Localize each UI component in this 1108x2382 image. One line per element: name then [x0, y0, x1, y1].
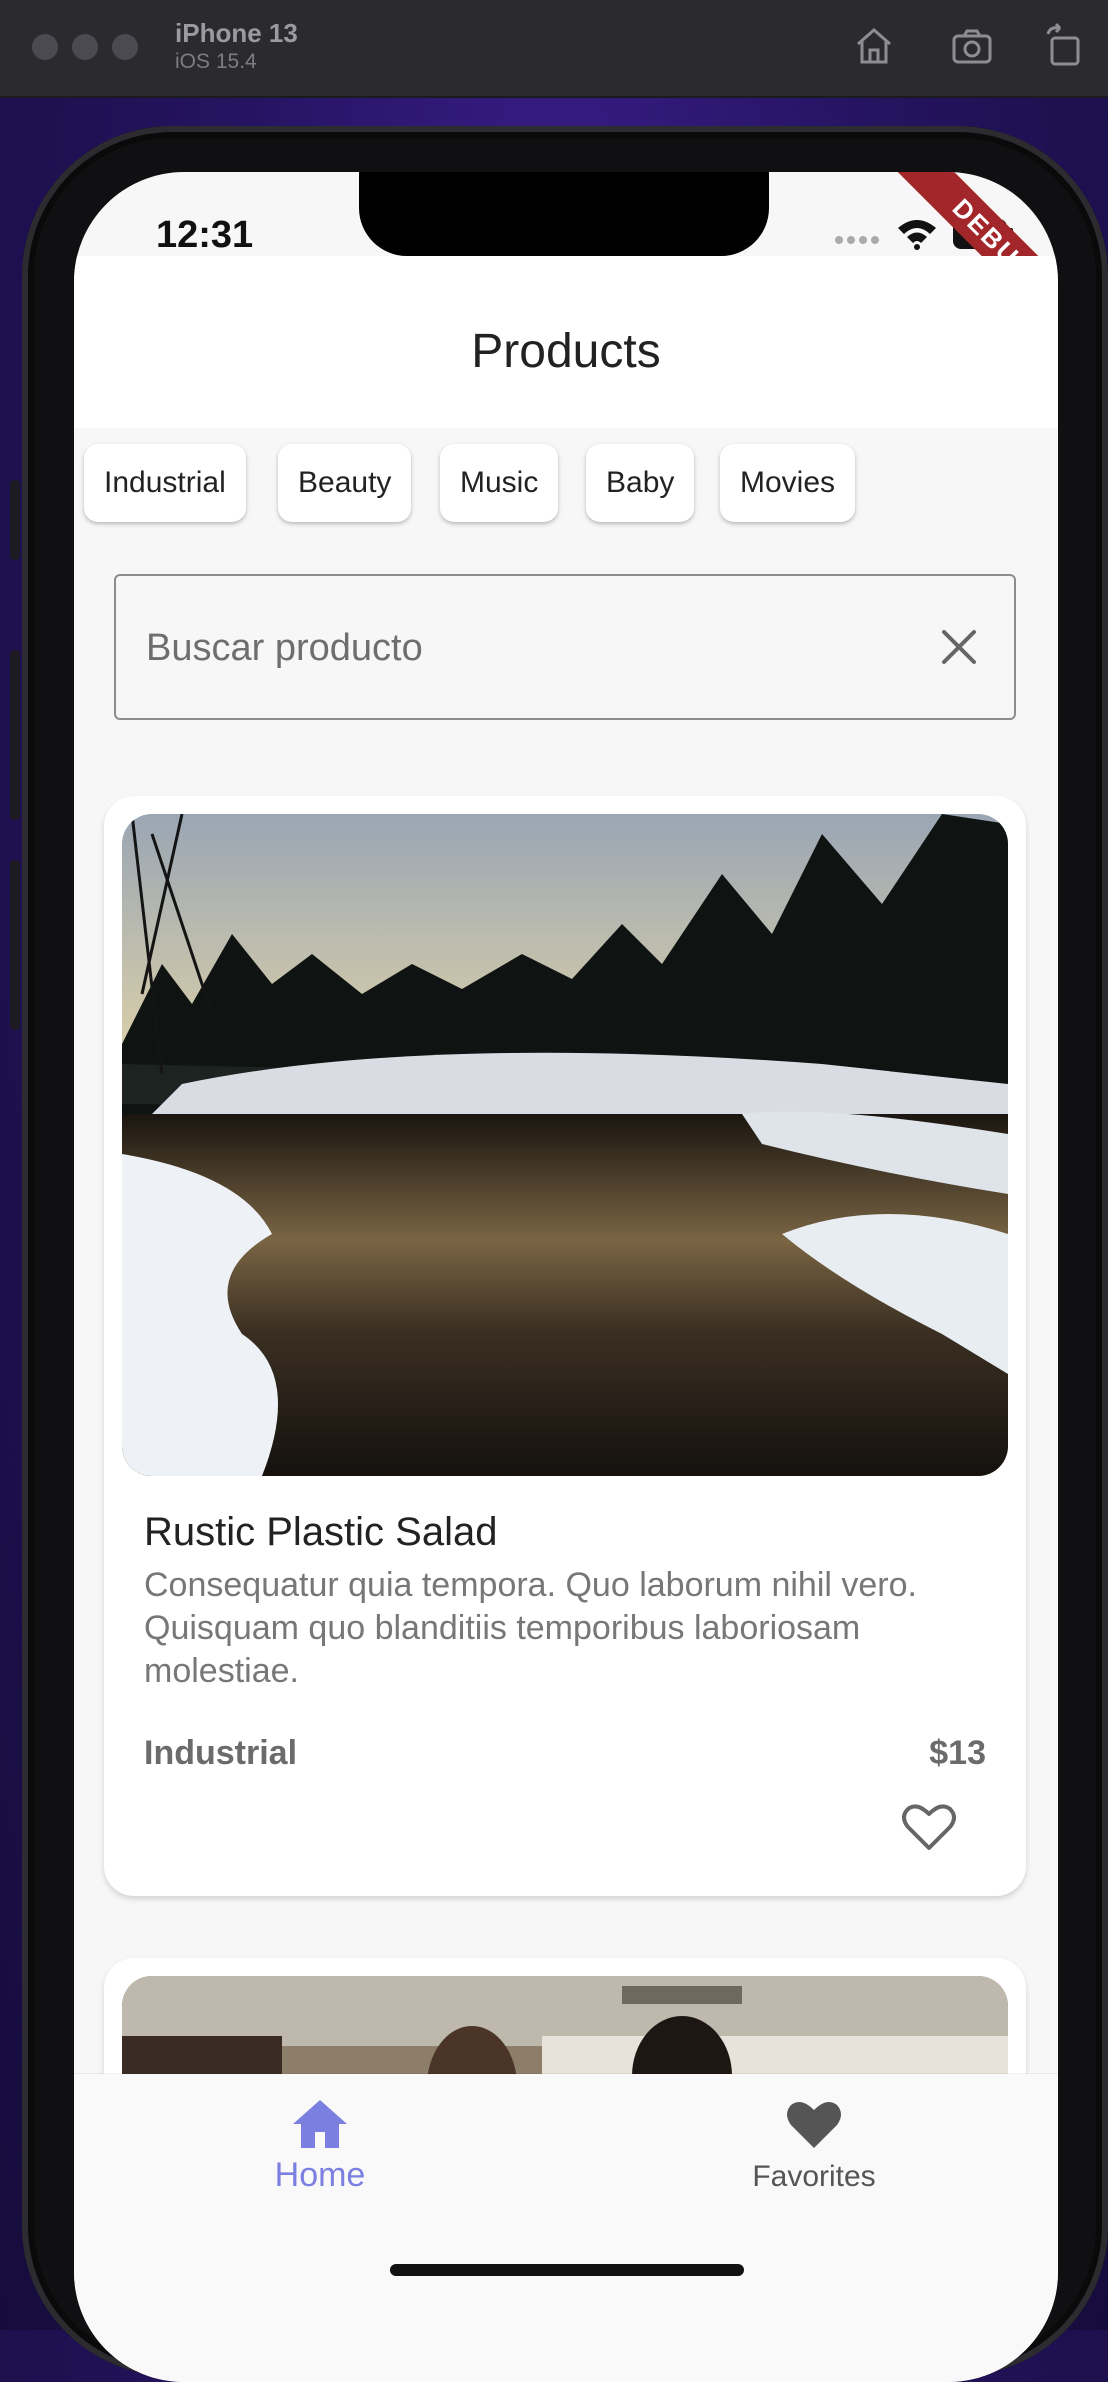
product-description: Consequatur quia tempora. Quo laborum ni…: [144, 1566, 917, 1690]
app-bar: Products: [74, 256, 1058, 428]
bottom-navigation: Home Favorites: [74, 2074, 1058, 2382]
nav-item-favorites[interactable]: Favorites: [664, 2098, 964, 2194]
search-field: [114, 574, 1016, 720]
screenshot-icon[interactable]: [948, 22, 996, 70]
category-chip[interactable]: Industrial: [84, 444, 246, 522]
mute-switch: [10, 480, 20, 560]
category-chip[interactable]: Beauty: [278, 444, 412, 522]
volume-down-button: [10, 860, 20, 1030]
window-zoom-button[interactable]: [112, 34, 138, 60]
simulator-device-name: iPhone 13: [175, 18, 298, 48]
rotate-icon[interactable]: [1040, 22, 1088, 70]
simulator-title-bar: iPhone 13 iOS 15.4: [0, 0, 1108, 98]
signal-icon: [835, 236, 879, 244]
page-title: Products: [471, 325, 661, 378]
nav-label-home: Home: [274, 2156, 366, 2194]
volume-up-button: [10, 650, 20, 820]
heart-icon: [787, 2101, 841, 2148]
product-name: Rustic Plastic Salad: [144, 1510, 498, 1554]
nav-label-favorites: Favorites: [752, 2160, 876, 2193]
home-icon[interactable]: [850, 22, 898, 70]
nav-item-home[interactable]: Home: [170, 2098, 470, 2195]
product-category: Industrial: [144, 1734, 298, 1772]
simulator-os-version: iOS 15.4: [175, 50, 257, 73]
wifi-icon: [898, 220, 936, 250]
product-image: [122, 814, 1008, 1476]
product-price: $13: [929, 1734, 986, 1772]
product-card[interactable]: Rustic Plastic Salad Consequatur quia te…: [104, 796, 1026, 1896]
favorite-heart-icon[interactable]: [902, 1802, 956, 1852]
status-time: 12:31: [156, 214, 254, 256]
window-close-button[interactable]: [32, 34, 58, 60]
home-icon: [293, 2100, 347, 2148]
category-chip[interactable]: Baby: [586, 444, 695, 522]
home-indicator: [390, 2264, 744, 2276]
notch: [359, 172, 769, 256]
phone-screen: 12:31 DEBUG Products Industrial Beauty M…: [74, 172, 1058, 2382]
category-chip[interactable]: Music: [440, 444, 559, 522]
search-input[interactable]: [144, 576, 908, 720]
close-icon[interactable]: [938, 626, 980, 668]
category-chip[interactable]: Movies: [720, 444, 856, 522]
window-minimize-button[interactable]: [72, 34, 98, 60]
